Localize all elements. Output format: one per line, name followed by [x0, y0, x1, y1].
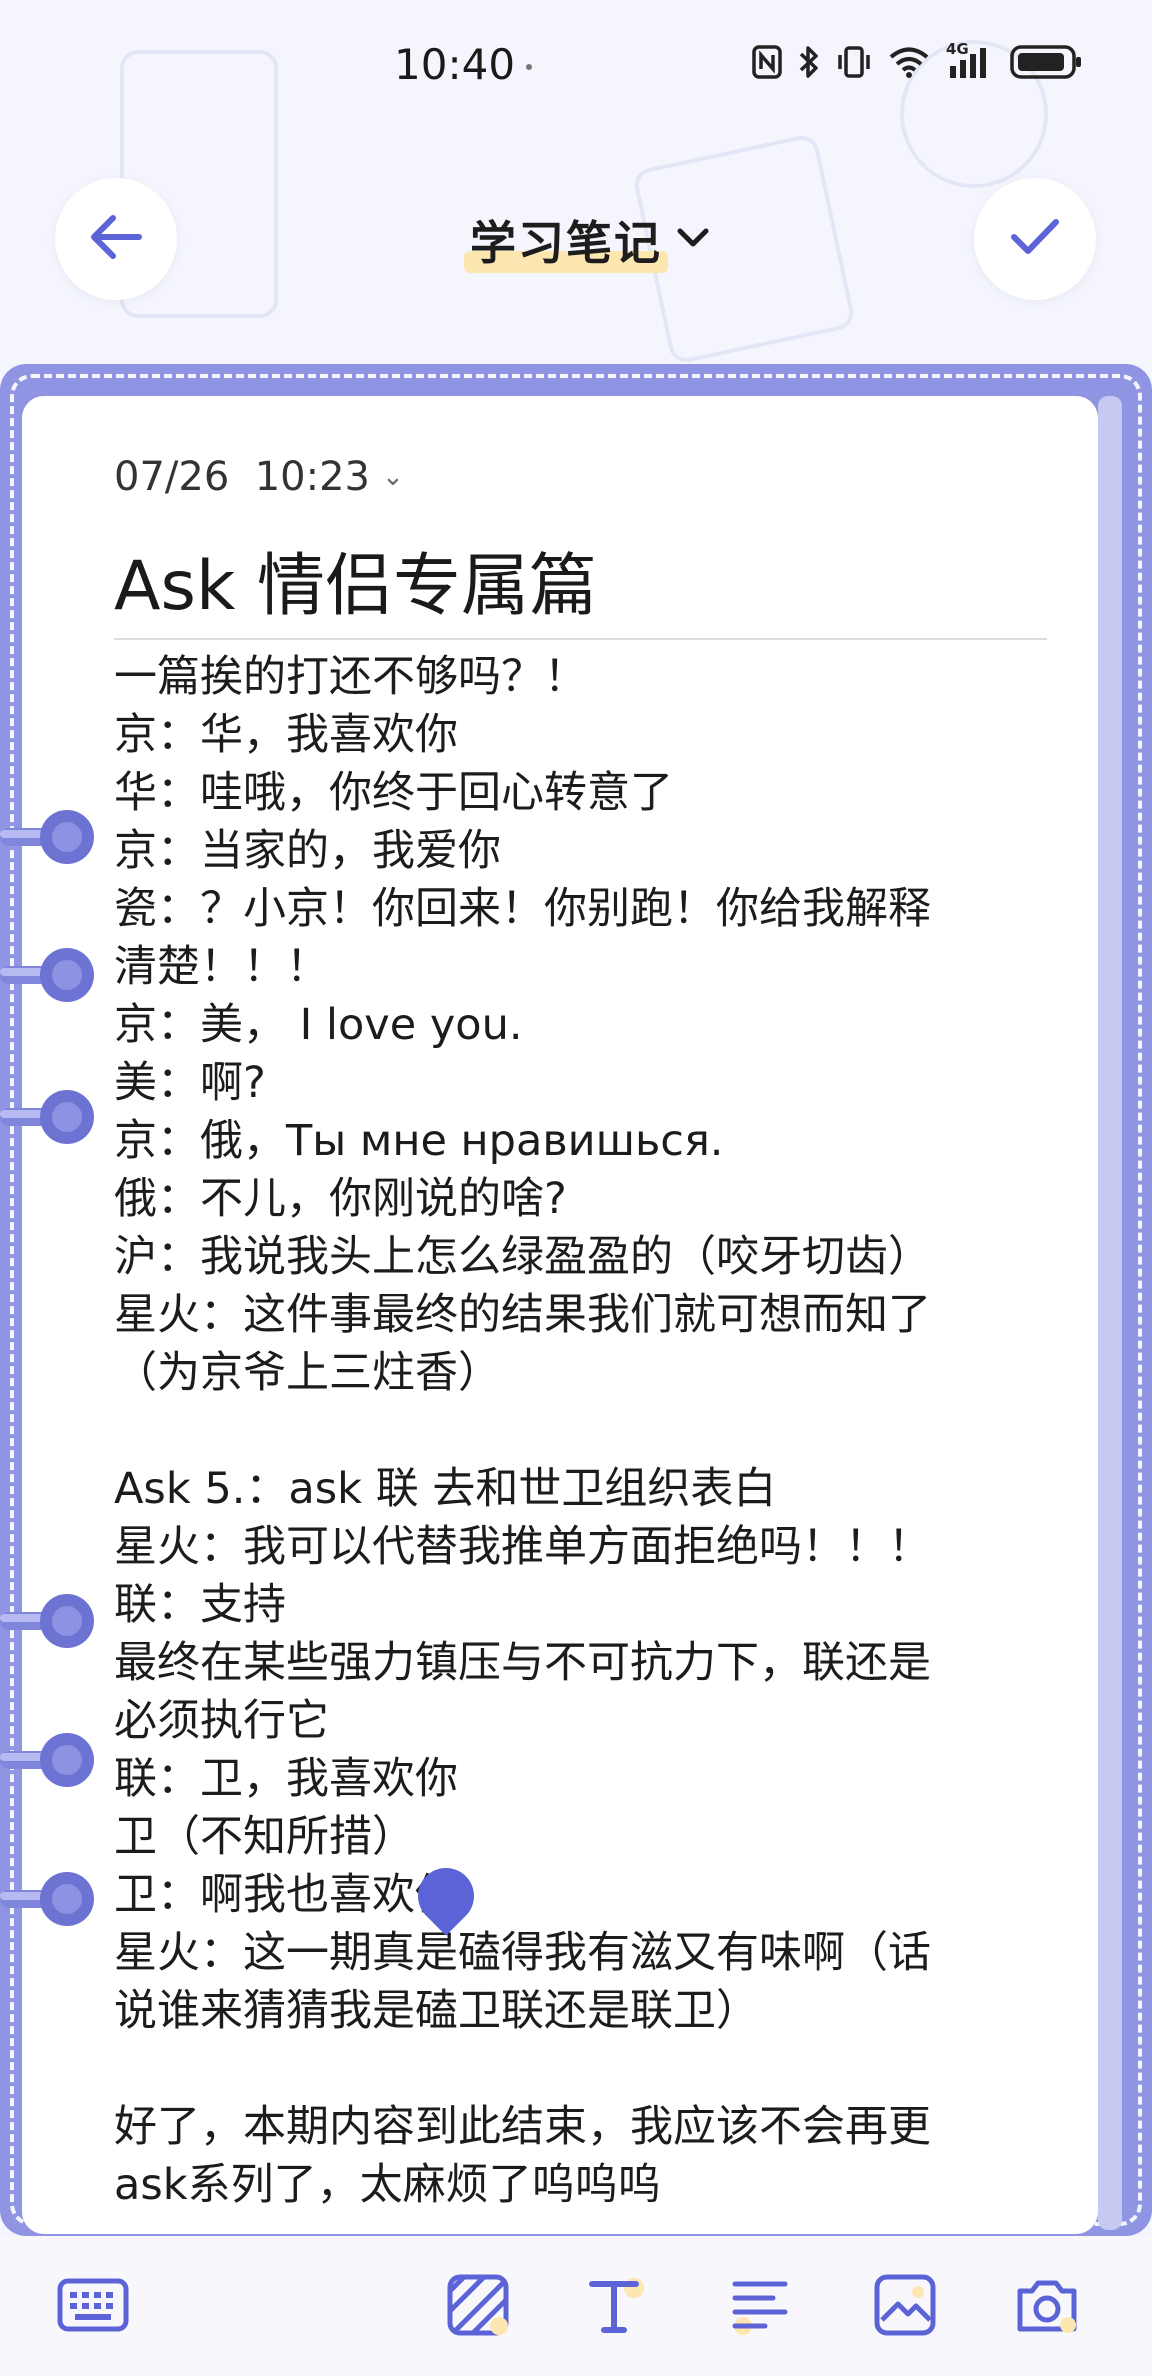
- note-line: 星火：这一期真是磕得我有滋又有味啊（话: [114, 1928, 931, 1978]
- keyboard-icon: [57, 2277, 129, 2333]
- note-line: 京：华，我喜欢你: [114, 710, 458, 760]
- note-line: ask系列了，太麻烦了呜呜呜: [114, 2160, 661, 2210]
- binder-ring: [0, 810, 96, 866]
- note-line: 好了，本期内容到此结束，我应该不会再更: [114, 2102, 931, 2152]
- note-line: 京：美， I love you.: [114, 1000, 523, 1050]
- note-line: 清楚！！！: [114, 942, 329, 992]
- binder-ring: [0, 1594, 96, 1650]
- style-button[interactable]: [443, 2272, 513, 2338]
- note-line: 瓷：？小京！你回来！你别跑！你给我解释: [114, 884, 931, 934]
- image-button[interactable]: [870, 2272, 940, 2338]
- note-line: 卫：啊我也喜欢你: [114, 1870, 458, 1920]
- battery-icon: [1010, 44, 1082, 80]
- note-line: 说谁来猜猜我是磕卫联还是联卫）: [114, 1986, 759, 2036]
- check-icon: [1010, 217, 1060, 261]
- note-line: 沪：我说我头上怎么绿盈盈的（咬牙切齿）: [114, 1232, 931, 1282]
- text-format-icon: [586, 2274, 648, 2336]
- list-format-button[interactable]: [725, 2272, 795, 2338]
- binder-ring: [0, 1090, 96, 1146]
- nfc-icon: [752, 45, 782, 79]
- note-line: 联：支持: [114, 1580, 286, 1630]
- note-line: 俄：不儿，你刚说的啥?: [114, 1174, 567, 1224]
- note-title[interactable]: Ask 情侣专属篇: [114, 530, 597, 629]
- status-time: 10:40: [394, 40, 516, 89]
- image-icon: [874, 2274, 936, 2336]
- chevron-down-icon: [676, 227, 710, 253]
- note-line: 卫（不知所措）: [114, 1812, 415, 1862]
- note-line: 最终在某些强力镇压与不可抗力下，联还是: [114, 1638, 931, 1688]
- notebook-page-edge: [1098, 396, 1122, 2230]
- bottom-toolbar: [0, 2236, 1152, 2376]
- style-pattern-icon: [447, 2274, 509, 2336]
- text-format-button[interactable]: [582, 2272, 652, 2338]
- wifi-icon: [888, 46, 930, 78]
- note-line: Ask 5.：ask 联 去和世卫组织表白: [114, 1464, 777, 1514]
- signal-4g-icon: 4G: [946, 40, 994, 80]
- status-dot: [526, 64, 532, 70]
- status-icons: 4G: [752, 40, 1082, 80]
- note-line: （为京爷上三炷香）: [114, 1348, 501, 1398]
- binder-ring: [0, 948, 96, 1004]
- done-button[interactable]: [974, 178, 1096, 300]
- note-line: 星火：这件事最终的结果我们就可想而知了: [114, 1290, 931, 1340]
- back-button[interactable]: [55, 178, 177, 300]
- binder-ring: [0, 1872, 96, 1928]
- note-date-text: 07/26 10:23: [114, 454, 370, 500]
- binder-ring: [0, 1733, 96, 1789]
- note-date[interactable]: 07/26 10:23 ⌄: [114, 454, 404, 500]
- list-format-icon: [729, 2274, 791, 2336]
- bluetooth-icon: [798, 44, 820, 80]
- vibrate-icon: [836, 45, 872, 79]
- keyboard-button[interactable]: [57, 2272, 129, 2338]
- note-body[interactable]: 一篇挨的打还不够吗？！ 京：华，我喜欢你华：哇哦，你终于回心转意了 京：当家的，我爱…: [114, 648, 1054, 2228]
- note-line: 联：卫，我喜欢你: [114, 1754, 458, 1804]
- network-label: 4G: [946, 40, 969, 58]
- note-line: 美：啊?: [114, 1058, 266, 1108]
- note-line: 必须执行它: [114, 1696, 329, 1746]
- camera-button[interactable]: [1012, 2272, 1082, 2338]
- camera-icon: [1014, 2275, 1080, 2335]
- note-line: 京：俄，Ты мне нравишься.: [114, 1116, 724, 1166]
- date-caret-icon: ⌄: [381, 462, 404, 492]
- title-divider: [114, 638, 1047, 640]
- folder-selector[interactable]: 学习笔记: [464, 207, 710, 273]
- note-line: 京：当家的，我爱你: [114, 826, 501, 876]
- note-line: 一篇挨的打还不够吗？！: [114, 652, 587, 702]
- note-line: 星火：我可以代替我推单方面拒绝吗！！！: [114, 1522, 931, 1572]
- note-line: 华：哇哦，你终于回心转意了: [114, 768, 673, 818]
- folder-title: 学习笔记: [464, 207, 668, 273]
- status-bar: 10:40 4G: [0, 0, 1152, 130]
- arrow-left-icon: [89, 214, 143, 264]
